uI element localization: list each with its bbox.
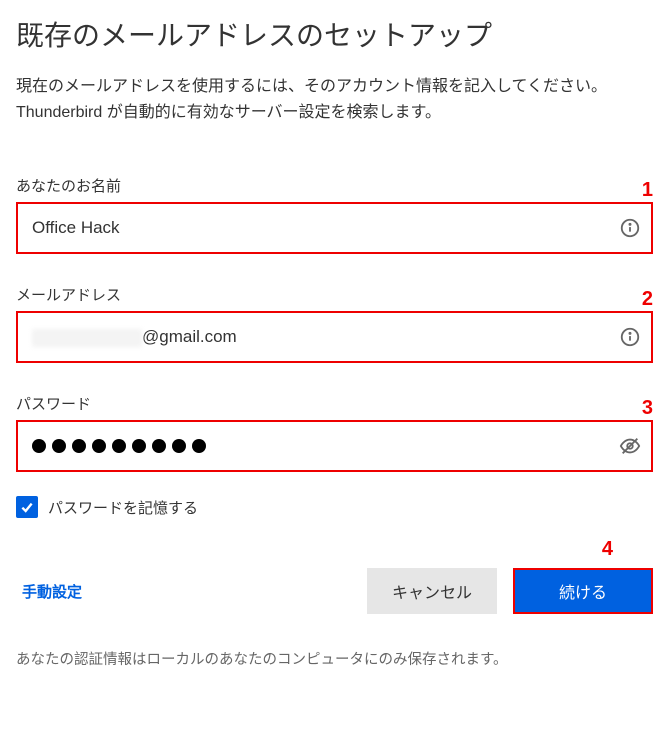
name-label: あなたのお名前 [16, 175, 121, 196]
footer-note: あなたの認証情報はローカルのあなたのコンピュータにのみ保存されます。 [16, 648, 653, 669]
annotation-4: 4 [602, 538, 613, 561]
button-row: 手動設定 キャンセル 4 続ける [16, 568, 653, 614]
name-input[interactable]: Office Hack [16, 202, 653, 254]
name-value: Office Hack [32, 218, 619, 238]
remember-password-label: パスワードを記憶する [48, 497, 198, 518]
redacted-local-part [32, 329, 142, 347]
eye-off-icon[interactable] [619, 435, 641, 457]
remember-password-row: パスワードを記憶する [16, 496, 653, 518]
info-icon[interactable] [619, 217, 641, 239]
annotation-1: 1 [642, 180, 653, 200]
email-field: メールアドレス 2 @gmail.com [16, 284, 653, 363]
page-description: 現在のメールアドレスを使用するには、そのアカウント情報を記入してください。Thu… [16, 74, 653, 125]
email-input[interactable]: @gmail.com [16, 311, 653, 363]
check-icon [19, 499, 35, 515]
password-value [32, 439, 206, 453]
cancel-button[interactable]: キャンセル [367, 568, 497, 614]
password-input[interactable] [16, 420, 653, 472]
name-field: あなたのお名前 1 Office Hack [16, 175, 653, 254]
continue-button[interactable]: 続ける [513, 568, 653, 614]
email-value: @gmail.com [32, 327, 619, 347]
password-field: パスワード 3 [16, 393, 653, 472]
annotation-2: 2 [642, 289, 653, 309]
annotation-3: 3 [642, 398, 653, 418]
email-label: メールアドレス [16, 284, 121, 305]
info-icon[interactable] [619, 326, 641, 348]
manual-config-link[interactable]: 手動設定 [22, 581, 82, 602]
remember-password-checkbox[interactable] [16, 496, 38, 518]
page-title: 既存のメールアドレスのセットアップ [16, 14, 653, 54]
password-label: パスワード [16, 393, 91, 414]
